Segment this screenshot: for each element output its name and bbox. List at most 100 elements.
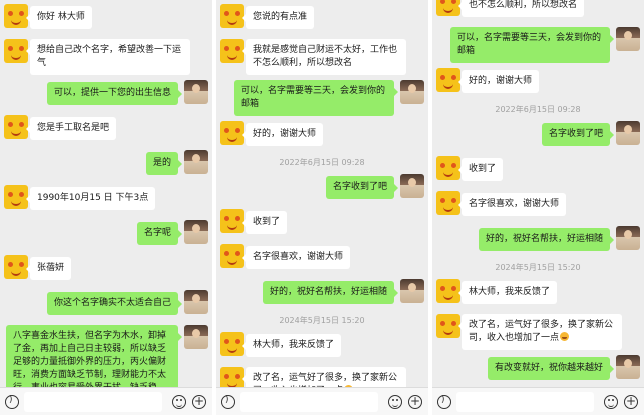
emoji-icon[interactable] <box>388 395 402 409</box>
chat-panel-1: 你好 林大师想给自己改个名字，希望改善一下运气可以，提供一下您的出生信息您是手工… <box>0 0 212 415</box>
message-bubble[interactable]: 好的，祝好名帮扶，好运相随 <box>478 228 615 251</box>
cartoon-avatar-icon[interactable] <box>220 39 244 63</box>
plus-icon[interactable] <box>408 395 422 409</box>
photo-avatar-icon[interactable] <box>184 325 208 349</box>
cartoon-avatar-icon[interactable] <box>220 332 244 356</box>
timestamp: 2024年5月15日 15:20 <box>279 316 365 325</box>
message-text: 您说的有点准 <box>253 12 308 22</box>
message-bubble[interactable]: 名字收到了吧 <box>325 176 399 199</box>
message-input[interactable] <box>24 392 162 412</box>
cartoon-avatar-icon[interactable] <box>4 4 28 28</box>
grin-emoji-icon <box>560 332 570 341</box>
incoming-message: 我就是感觉自己财运不太好，工作也不怎么顺利，所以想改名 <box>216 39 428 75</box>
cartoon-avatar-icon[interactable] <box>220 209 244 233</box>
cartoon-avatar-icon[interactable] <box>220 244 244 268</box>
incoming-message: 想给自己改个名字，希望改善一下运气 <box>0 39 212 75</box>
message-text: 好的，祝好名帮扶，好运相随 <box>269 287 387 297</box>
incoming-message: 张蓓妍 <box>0 255 212 285</box>
cartoon-avatar-icon[interactable] <box>436 314 460 338</box>
emoji-icon[interactable] <box>172 395 186 409</box>
voice-icon[interactable] <box>221 395 235 409</box>
message-bubble[interactable]: 名字很喜欢，谢谢大师 <box>241 246 351 269</box>
voice-icon[interactable] <box>437 395 451 409</box>
voice-icon[interactable] <box>5 395 19 409</box>
message-text: 名字收到了吧 <box>332 182 387 192</box>
message-bubble[interactable]: 也不怎么顺利，所以想改名 <box>457 0 585 17</box>
emoji-icon[interactable] <box>604 395 618 409</box>
plus-icon[interactable] <box>624 395 638 409</box>
message-bubble[interactable]: 收到了 <box>241 211 288 234</box>
outgoing-message: 可以，提供一下您的出生信息 <box>0 80 212 110</box>
message-bubble[interactable]: 好的，谢谢大师 <box>457 70 540 93</box>
message-list: 也不怎么顺利，所以想改名可以，名字需要等三天，会发到你的邮箱 好的，谢谢大师 202… <box>432 0 644 415</box>
message-text: 1990年10月15 日 下午3点 <box>37 193 149 203</box>
photo-avatar-icon[interactable] <box>400 174 424 198</box>
message-bubble[interactable]: 林大师，我来反馈了 <box>241 334 342 357</box>
message-bubble[interactable]: 您是手工取名是吧 <box>25 117 117 140</box>
message-bubble[interactable]: 好的，祝好名帮扶，好运相随 <box>262 281 399 304</box>
incoming-message: 您说的有点准 <box>216 4 428 34</box>
cartoon-avatar-icon[interactable] <box>220 4 244 28</box>
message-bubble[interactable]: 我就是感觉自己财运不太好，工作也不怎么顺利，所以想改名 <box>242 39 406 75</box>
message-bubble[interactable]: 名字呢 <box>136 222 183 245</box>
message-text: 想给自己改个名字，希望改善一下运气 <box>37 45 182 68</box>
incoming-message: 好的，谢谢大师 <box>432 68 644 98</box>
photo-avatar-icon[interactable] <box>616 226 640 250</box>
message-bubble[interactable]: 有改变就好，祝你越来越好 <box>487 357 615 380</box>
photo-avatar-icon[interactable] <box>616 27 640 51</box>
cartoon-avatar-icon[interactable] <box>436 279 460 303</box>
message-bubble[interactable]: 你好 林大师 <box>26 6 92 29</box>
timestamp: 2022年6月15日 09:28 <box>279 158 365 167</box>
message-bubble[interactable]: 改了名，运气好了很多，换了家新公司，收入也增加了一点 <box>458 314 622 350</box>
message-bubble[interactable]: 名字收到了吧 <box>541 123 615 146</box>
message-text: 你这个名字确实不太适合自己 <box>53 298 171 308</box>
cartoon-avatar-icon[interactable] <box>220 121 244 145</box>
cartoon-avatar-icon[interactable] <box>4 185 28 209</box>
message-bubble[interactable]: 林大师，我来反馈了 <box>457 281 558 304</box>
message-text: 林大师，我来反馈了 <box>253 340 335 350</box>
photo-avatar-icon[interactable] <box>184 220 208 244</box>
input-bar <box>432 387 644 415</box>
message-text: 也不怎么顺利，所以想改名 <box>469 0 578 10</box>
message-bubble[interactable]: 1990年10月15 日 下午3点 <box>25 187 156 210</box>
message-bubble[interactable]: 是的 <box>145 152 183 175</box>
message-list: 您说的有点准我就是感觉自己财运不太好，工作也不怎么顺利，所以想改名可以，名字需要… <box>216 4 428 408</box>
cartoon-avatar-icon[interactable] <box>436 191 460 215</box>
photo-avatar-icon[interactable] <box>184 290 208 314</box>
cartoon-avatar-icon[interactable] <box>436 68 460 92</box>
message-text: 张蓓妍 <box>37 263 65 273</box>
photo-avatar-icon[interactable] <box>400 80 424 104</box>
cartoon-avatar-icon[interactable] <box>4 115 28 139</box>
photo-avatar-icon[interactable] <box>184 80 208 104</box>
cartoon-avatar-icon[interactable] <box>4 255 28 279</box>
cartoon-avatar-icon[interactable] <box>4 39 28 63</box>
plus-icon[interactable] <box>192 395 206 409</box>
message-input[interactable] <box>456 392 594 412</box>
outgoing-message: 有改变就好，祝你越来越好 <box>432 355 644 385</box>
photo-avatar-icon[interactable] <box>400 279 424 303</box>
message-bubble[interactable]: 张蓓妍 <box>25 257 72 280</box>
incoming-message: 收到了 <box>432 156 644 186</box>
message-bubble[interactable]: 可以，名字需要等三天，会发到你的邮箱 <box>234 80 398 116</box>
cartoon-avatar-icon[interactable] <box>436 0 460 16</box>
message-bubble[interactable]: 你这个名字确实不太适合自己 <box>46 292 183 315</box>
message-text: 林大师，我来反馈了 <box>469 287 551 297</box>
message-bubble[interactable]: 好的，谢谢大师 <box>241 123 324 146</box>
message-bubble[interactable]: 收到了 <box>457 158 504 181</box>
photo-avatar-icon[interactable] <box>616 121 640 145</box>
incoming-message: 名字很喜欢，谢谢大师 <box>216 244 428 274</box>
message-bubble[interactable]: 可以，名字需要等三天，会发到你的邮箱 <box>450 27 614 63</box>
photo-avatar-icon[interactable] <box>616 355 640 379</box>
message-bubble[interactable]: 想给自己改个名字，希望改善一下运气 <box>26 39 190 75</box>
message-bubble[interactable]: 名字很喜欢，谢谢大师 <box>457 193 567 216</box>
outgoing-message: 名字呢 <box>0 220 212 250</box>
photo-avatar-icon[interactable] <box>184 150 208 174</box>
timestamp: 2024年5月15日 15:20 <box>495 263 581 272</box>
message-bubble[interactable]: 您说的有点准 <box>241 6 315 29</box>
message-bubble[interactable]: 可以，提供一下您的出生信息 <box>46 82 183 105</box>
input-bar <box>0 387 212 415</box>
message-text: 可以，名字需要等三天，会发到你的邮箱 <box>457 33 602 56</box>
outgoing-message: 好的，祝好名帮扶，好运相随 <box>432 226 644 256</box>
message-input[interactable] <box>240 392 378 412</box>
cartoon-avatar-icon[interactable] <box>436 156 460 180</box>
